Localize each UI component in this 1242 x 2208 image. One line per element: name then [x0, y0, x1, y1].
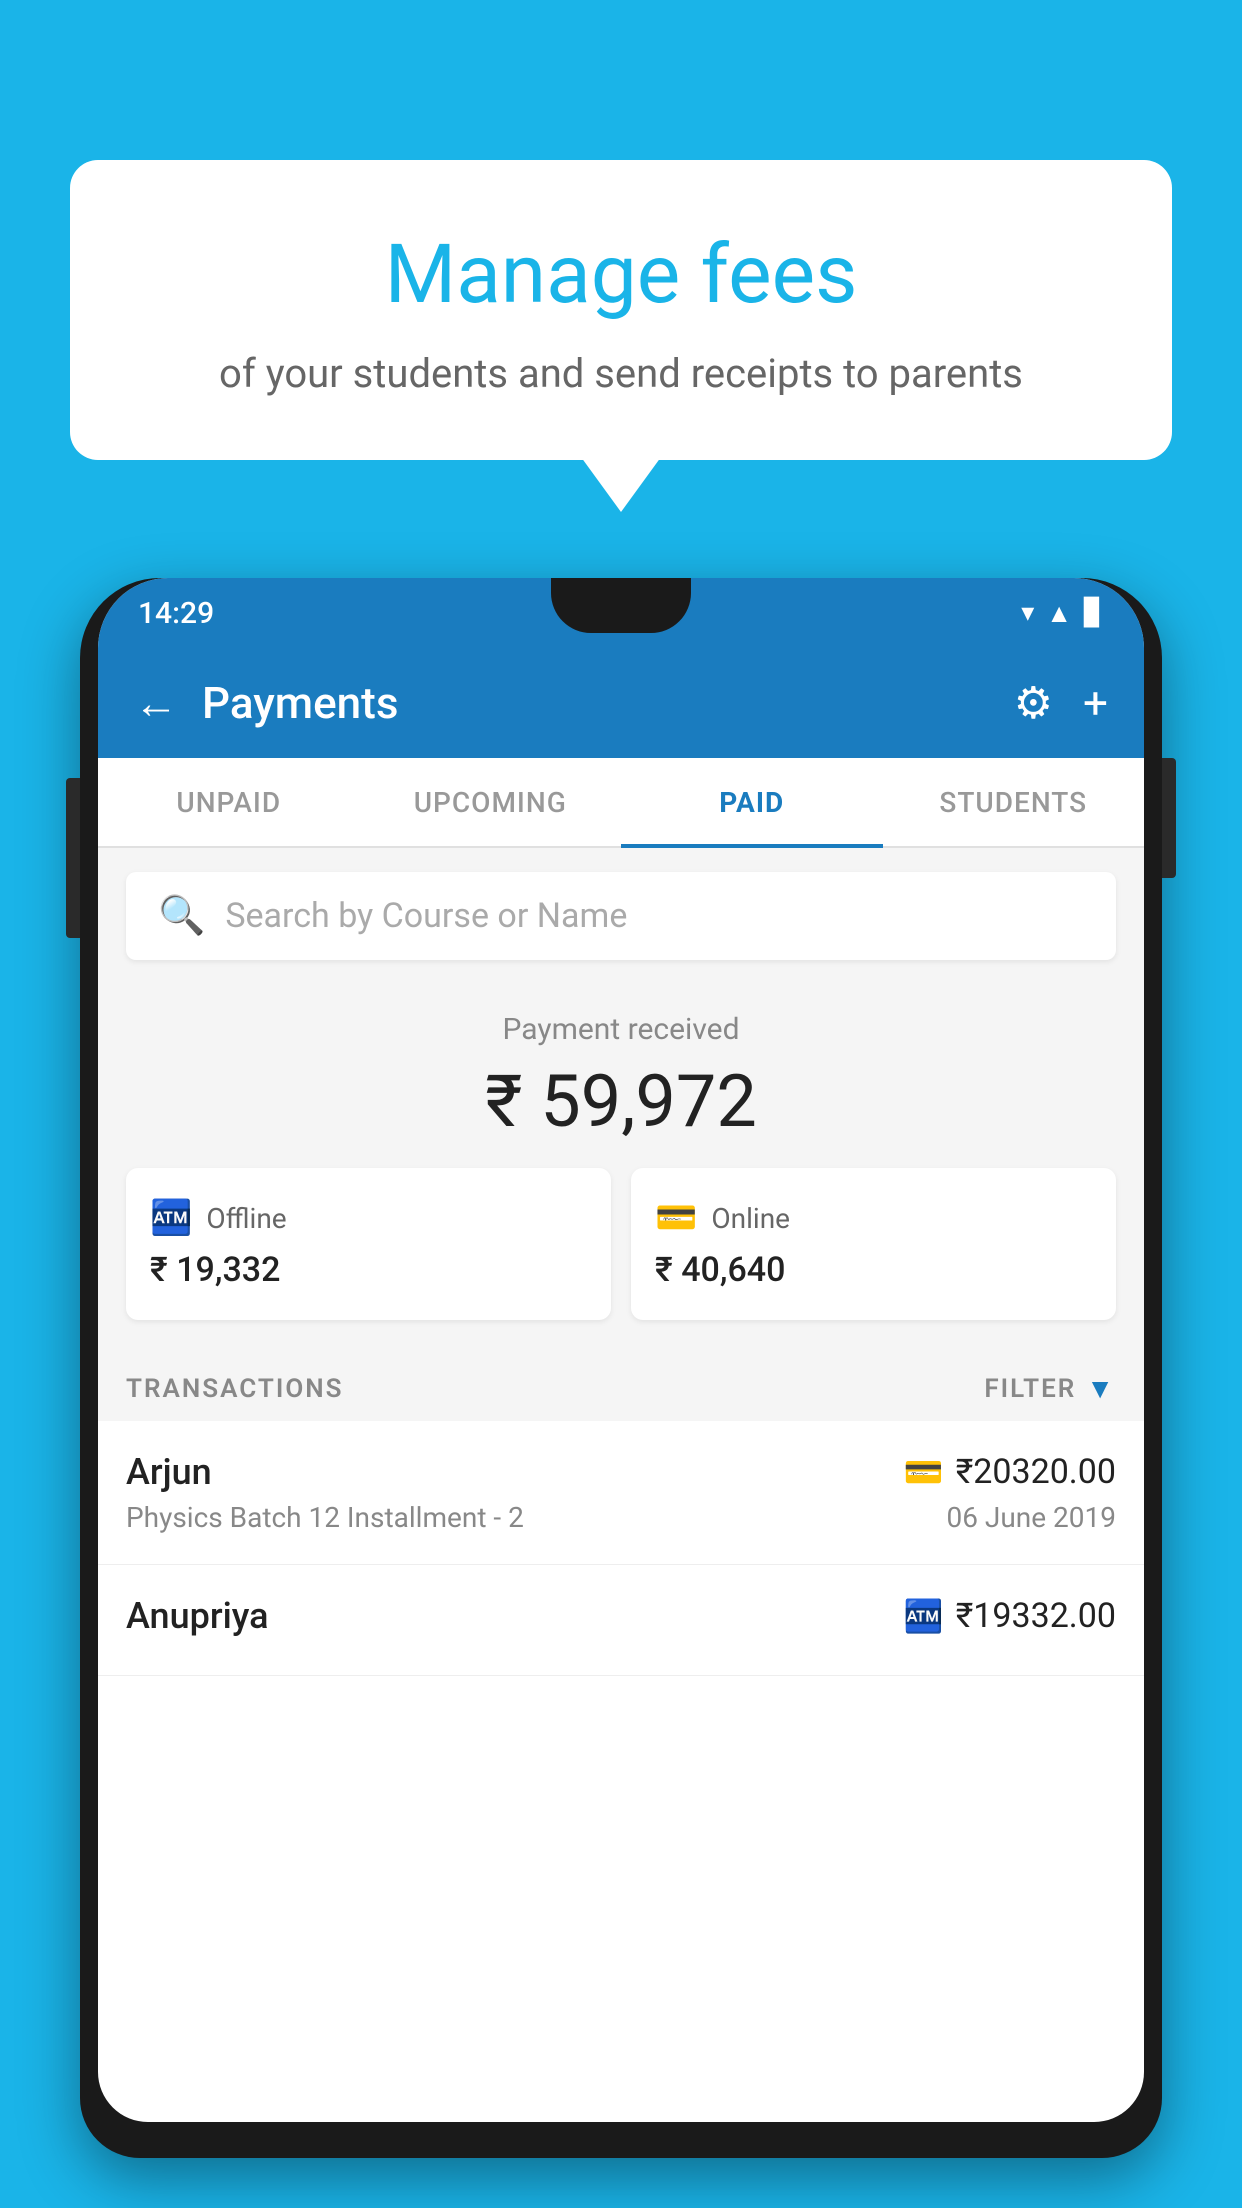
add-button[interactable]: +	[1083, 677, 1108, 729]
online-card-header: 💳 Online	[655, 1198, 1092, 1238]
app-bar: ← Payments ⚙ +	[98, 648, 1144, 758]
payment-cards-container: 🏧 Offline ₹ 19,332 💳 Online ₹ 40,640	[98, 1168, 1144, 1348]
transaction-row1: Arjun 💳 ₹20320.00	[126, 1451, 1116, 1493]
back-button[interactable]: ←	[134, 677, 178, 729]
transaction-row2: Physics Batch 12 Installment - 2 06 June…	[126, 1501, 1116, 1534]
app-bar-title: Payments	[202, 677, 990, 729]
offline-amount: ₹ 19,332	[150, 1250, 587, 1290]
transaction-name-anupriya: Anupriya	[126, 1595, 269, 1637]
transaction-method-icon-anupriya: 🏧	[904, 1597, 944, 1635]
transaction-row1-anupriya: Anupriya 🏧 ₹19332.00	[126, 1595, 1116, 1637]
payment-summary-section: Payment received ₹ 59,972	[98, 980, 1144, 1168]
content-area: 🔍 Search by Course or Name Payment recei…	[98, 848, 1144, 1676]
transactions-header: TRANSACTIONS FILTER ▼	[98, 1348, 1144, 1421]
transaction-amount-anupriya: ₹19332.00	[956, 1596, 1116, 1636]
battery-icon: ▊	[1084, 598, 1104, 628]
payment-received-amount: ₹ 59,972	[126, 1059, 1116, 1144]
transaction-item-anupriya[interactable]: Anupriya 🏧 ₹19332.00	[98, 1565, 1144, 1676]
online-icon: 💳	[655, 1198, 697, 1238]
search-placeholder: Search by Course or Name	[225, 896, 627, 936]
transaction-amount-wrap: 💳 ₹20320.00	[904, 1452, 1116, 1492]
phone-mockup: 14:29 ▾ ▲ ▊ ← Payments ⚙ +	[80, 560, 1162, 2208]
offline-payment-card: 🏧 Offline ₹ 19,332	[126, 1168, 611, 1320]
tab-unpaid[interactable]: UNPAID	[98, 758, 360, 846]
offline-card-header: 🏧 Offline	[150, 1198, 587, 1238]
transaction-name: Arjun	[126, 1451, 212, 1493]
payment-received-label: Payment received	[126, 1012, 1116, 1047]
transactions-label: TRANSACTIONS	[126, 1374, 344, 1404]
filter-button[interactable]: FILTER ▼	[984, 1372, 1116, 1405]
online-label: Online	[711, 1202, 790, 1235]
offline-label: Offline	[206, 1202, 286, 1235]
filter-label: FILTER	[984, 1374, 1076, 1404]
online-payment-card: 💳 Online ₹ 40,640	[631, 1168, 1116, 1320]
transaction-amount-wrap-anupriya: 🏧 ₹19332.00	[904, 1596, 1116, 1636]
status-bar: 14:29 ▾ ▲ ▊	[98, 578, 1144, 648]
phone-screen: 14:29 ▾ ▲ ▊ ← Payments ⚙ +	[98, 578, 1144, 2122]
tab-upcoming[interactable]: UPCOMING	[360, 758, 622, 846]
online-amount: ₹ 40,640	[655, 1250, 1092, 1290]
search-bar[interactable]: 🔍 Search by Course or Name	[126, 872, 1116, 960]
transaction-item-arjun[interactable]: Arjun 💳 ₹20320.00 Physics Batch 12 Insta…	[98, 1421, 1144, 1565]
search-icon: 🔍	[158, 894, 205, 938]
transaction-details: Physics Batch 12 Installment - 2	[126, 1501, 524, 1534]
tabs-container: UNPAID UPCOMING PAID STUDENTS	[98, 758, 1144, 848]
phone-notch	[551, 578, 691, 633]
speech-bubble-card: Manage fees of your students and send re…	[70, 160, 1172, 460]
filter-icon: ▼	[1086, 1372, 1116, 1405]
settings-button[interactable]: ⚙	[1014, 677, 1053, 729]
transaction-date: 06 June 2019	[946, 1501, 1116, 1534]
status-time: 14:29	[138, 596, 214, 631]
tab-paid[interactable]: PAID	[621, 758, 883, 846]
transaction-method-icon: 💳	[904, 1453, 944, 1491]
status-icons: ▾ ▲ ▊	[1021, 598, 1104, 629]
tab-students[interactable]: STUDENTS	[883, 758, 1145, 846]
offline-icon: 🏧	[150, 1198, 192, 1238]
app-bar-actions: ⚙ +	[1014, 677, 1108, 729]
speech-bubble-title: Manage fees	[150, 230, 1092, 320]
speech-bubble-subtitle: of your students and send receipts to pa…	[150, 348, 1092, 400]
speech-bubble-section: Manage fees of your students and send re…	[70, 160, 1172, 460]
transaction-amount: ₹20320.00	[956, 1452, 1116, 1492]
signal-icon: ▲	[1046, 598, 1072, 629]
phone-outer-shell: 14:29 ▾ ▲ ▊ ← Payments ⚙ +	[80, 578, 1162, 2158]
wifi-icon: ▾	[1021, 598, 1034, 628]
